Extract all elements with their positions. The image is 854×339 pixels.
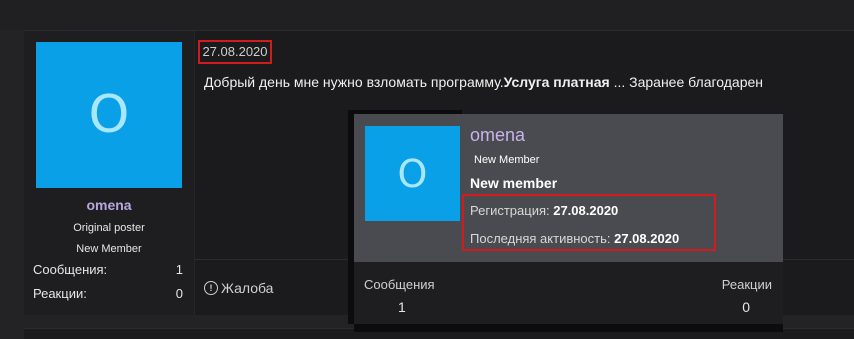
- user-role: Original poster: [73, 222, 145, 234]
- post-text-bold: Услуга платная: [503, 74, 610, 90]
- member-tooltip-card: O omena New Member New member Регистраци…: [354, 114, 783, 324]
- member-tooltip-avatar[interactable]: O: [365, 126, 460, 221]
- alert-icon: !: [204, 281, 218, 295]
- user-rank: New Member: [76, 243, 142, 255]
- tooltip-reactions-label: Реакции: [721, 277, 772, 292]
- member-tooltip-badge: New Member: [474, 154, 540, 166]
- stat-messages: Сообщения: 1: [33, 262, 183, 277]
- tooltip-messages-label: Сообщения: [364, 277, 435, 292]
- report-button[interactable]: ! Жалоба: [204, 280, 273, 296]
- member-tooltip-username[interactable]: omena: [470, 125, 525, 146]
- post-body: Добрый день мне нужно взломать программу…: [204, 74, 763, 90]
- stat-reactions: Реакции: 0: [33, 286, 183, 301]
- member-tooltip-title: New member: [470, 175, 558, 191]
- top-strip: [0, 0, 854, 30]
- post-text-end: ... Заранее благодарен: [609, 74, 764, 90]
- last-activity: Последняя активность: 27.08.2020: [470, 231, 679, 246]
- username-link[interactable]: omena: [24, 197, 194, 213]
- member-tooltip-header: O omena New Member New member Регистраци…: [354, 114, 783, 262]
- user-info-panel: O omena Original poster New Member Сообщ…: [24, 31, 195, 315]
- post-date[interactable]: 27.08.2020: [198, 40, 272, 64]
- user-avatar[interactable]: O: [36, 42, 182, 188]
- member-tooltip-avatar-letter: O: [397, 151, 428, 196]
- registration-value: 27.08.2020: [553, 203, 619, 218]
- stat-reactions-value: 0: [175, 286, 183, 301]
- next-post: [24, 328, 854, 339]
- tooltip-reactions-value: 0: [742, 299, 750, 315]
- last-activity-label: Последняя активность:: [470, 231, 615, 246]
- stat-reactions-label: Реакции:: [33, 286, 87, 301]
- last-activity-value: 27.08.2020: [614, 231, 680, 246]
- registration-date: Регистрация: 27.08.2020: [470, 203, 618, 218]
- stat-messages-value: 1: [175, 262, 183, 277]
- tooltip-messages-value: 1: [398, 299, 406, 315]
- registration-label: Регистрация:: [470, 203, 554, 218]
- post-text-start: Добрый день мне нужно взломать программу…: [204, 74, 504, 90]
- avatar-letter: O: [88, 85, 130, 145]
- stat-messages-label: Сообщения:: [33, 262, 108, 277]
- report-label: Жалоба: [221, 280, 274, 296]
